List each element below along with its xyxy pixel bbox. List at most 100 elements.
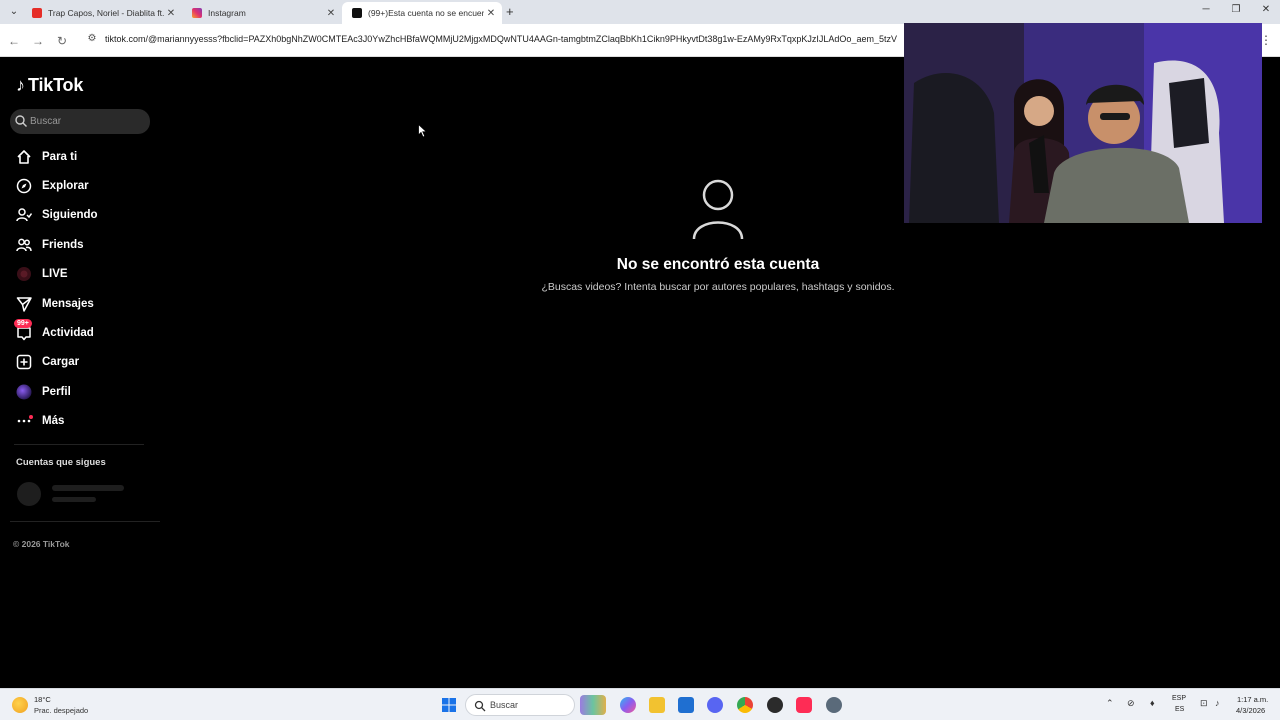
following-icon bbox=[16, 208, 32, 222]
taskbar-search-box[interactable]: Buscar bbox=[465, 694, 575, 716]
tiktok-icon bbox=[352, 8, 362, 18]
microphone-icon[interactable]: ♦ bbox=[1150, 698, 1155, 708]
browser-tab-youtube[interactable]: Trap Capos, Noriel - Diablita ft. ✕ bbox=[22, 2, 182, 24]
sidebar-item-label: Actividad bbox=[42, 327, 94, 340]
browser-tab-tiktok[interactable]: (99+)Esta cuenta no se encuentra ✕ bbox=[342, 2, 502, 24]
url-text: tiktok.com/@mariannyyesss?fbclid=PAZXh0b… bbox=[105, 34, 897, 44]
search-box[interactable] bbox=[10, 109, 150, 134]
sidebar-item-explorar[interactable]: Explorar bbox=[0, 171, 160, 200]
taskbar-search-label: Buscar bbox=[490, 700, 519, 710]
settings-icon[interactable] bbox=[826, 697, 842, 713]
new-tab-button[interactable]: + bbox=[506, 4, 520, 20]
upload-icon bbox=[16, 355, 32, 370]
search-input[interactable] bbox=[30, 113, 145, 130]
close-tab-icon[interactable]: ✕ bbox=[164, 8, 178, 19]
sidebar-item-actividad[interactable]: 99+ Actividad bbox=[0, 318, 160, 347]
search-icon bbox=[474, 700, 486, 712]
network-icon[interactable]: ⊘ bbox=[1127, 698, 1135, 709]
sidebar-item-mas[interactable]: Más bbox=[0, 407, 160, 436]
chrome-icon[interactable] bbox=[737, 697, 753, 713]
skeleton-line bbox=[52, 497, 96, 502]
reload-icon[interactable]: ↻ bbox=[54, 33, 70, 49]
search-icon bbox=[15, 115, 27, 127]
sidebar-item-cargar[interactable]: Cargar bbox=[0, 348, 160, 377]
notification-dot bbox=[29, 414, 33, 419]
chevron-up-icon[interactable]: ⌃ bbox=[1106, 698, 1114, 709]
sidebar-item-label: Explorar bbox=[42, 180, 89, 193]
close-tab-icon[interactable]: ✕ bbox=[484, 8, 498, 19]
sidebar-item-para-ti[interactable]: Para ti bbox=[0, 142, 160, 171]
sidebar-item-label: Mensajes bbox=[42, 297, 94, 310]
youtube-icon bbox=[32, 8, 42, 18]
sidebar-item-mensajes[interactable]: Mensajes bbox=[0, 289, 160, 318]
logo-text: TikTok bbox=[28, 75, 84, 95]
friends-icon bbox=[16, 238, 32, 252]
send-icon bbox=[16, 296, 32, 312]
user-placeholder-icon bbox=[692, 179, 744, 240]
tiktok-app-icon[interactable] bbox=[796, 697, 812, 713]
file-explorer-icon[interactable] bbox=[649, 697, 665, 713]
wifi-icon[interactable]: ⊡ bbox=[1200, 698, 1208, 709]
site-info-icon[interactable]: ⚙ bbox=[86, 33, 98, 45]
tab-title: Instagram bbox=[208, 8, 246, 18]
copilot-icon[interactable] bbox=[620, 697, 636, 713]
avatar-icon bbox=[16, 384, 32, 400]
tiktok-note-icon: ♪ bbox=[16, 75, 25, 95]
sidebar-item-label: Siguiendo bbox=[42, 209, 98, 222]
language-indicator[interactable]: ESP bbox=[1172, 695, 1186, 702]
store-icon[interactable] bbox=[678, 697, 694, 713]
maximize-icon[interactable]: ❐ bbox=[1226, 4, 1246, 15]
volume-icon[interactable]: ♪ bbox=[1215, 698, 1220, 708]
following-accounts-title: Cuentas que sigues bbox=[16, 457, 106, 468]
sidebar-item-label: Más bbox=[42, 415, 65, 428]
discord-icon[interactable] bbox=[707, 697, 723, 713]
close-tab-icon[interactable]: ✕ bbox=[324, 8, 338, 19]
empty-state-subtitle: ¿Buscas videos? Intenta buscar por autor… bbox=[541, 281, 895, 293]
tiktok-logo[interactable]: ♪ TikTok bbox=[16, 75, 83, 96]
browser-tab-strip: ⌄ Trap Capos, Noriel - Diablita ft. ✕ In… bbox=[0, 0, 1280, 24]
webcam-overlay bbox=[904, 23, 1262, 223]
divider bbox=[10, 521, 160, 522]
app-icon[interactable] bbox=[767, 697, 783, 713]
sidebar-item-label: Perfil bbox=[42, 385, 71, 398]
webcam-video bbox=[904, 23, 1262, 223]
close-window-icon[interactable]: ✕ bbox=[1256, 4, 1276, 15]
keyboard-layout-indicator[interactable]: ES bbox=[1175, 706, 1184, 713]
sidebar-item-label: Cargar bbox=[42, 356, 80, 369]
empty-state-title: No se encontró esta cuenta bbox=[616, 256, 820, 273]
sidebar-item-label: Friends bbox=[42, 238, 84, 251]
tab-title: Trap Capos, Noriel - Diablita ft. bbox=[48, 8, 164, 18]
weather-description[interactable]: Prac. despejado bbox=[34, 706, 88, 715]
weather-temperature[interactable]: 18°C bbox=[34, 695, 51, 704]
notification-badge: 99+ bbox=[14, 319, 32, 329]
sidebar-item-friends[interactable]: Friends bbox=[0, 230, 160, 259]
instagram-icon bbox=[192, 8, 202, 18]
live-icon bbox=[17, 267, 31, 282]
home-icon bbox=[17, 149, 31, 164]
divider bbox=[14, 444, 144, 445]
weather-icon[interactable] bbox=[12, 697, 28, 713]
url-field[interactable]: ⚙ tiktok.com/@mariannyyesss?fbclid=PAZXh… bbox=[80, 29, 960, 52]
clock-date[interactable]: 4/3/2026 bbox=[1236, 706, 1265, 715]
compass-icon bbox=[16, 178, 32, 194]
windows-start-icon[interactable] bbox=[441, 697, 457, 713]
sidebar-item-siguiendo[interactable]: Siguiendo bbox=[0, 201, 160, 230]
sidebar-item-label: LIVE bbox=[42, 268, 68, 281]
tab-search-icon[interactable]: ⌄ bbox=[6, 4, 22, 20]
skeleton-avatar bbox=[17, 482, 41, 506]
taskbar: 18°C Prac. despejado Buscar ⌃ ⊘ ♦ ESP ES… bbox=[0, 688, 1280, 720]
sidebar: ♪ TikTok Para ti Explorar bbox=[0, 57, 160, 688]
search-highlight-icon[interactable] bbox=[580, 695, 606, 715]
skeleton-line bbox=[52, 485, 124, 491]
back-icon[interactable]: ← bbox=[6, 33, 22, 49]
tab-title: (99+)Esta cuenta no se encuentra bbox=[368, 8, 484, 18]
clock-time[interactable]: 1:17 a.m. bbox=[1237, 695, 1268, 704]
minimize-icon[interactable]: ─ bbox=[1196, 4, 1216, 15]
sidebar-menu: Para ti Explorar Siguiendo Friends LIVE … bbox=[0, 142, 160, 436]
sidebar-item-live[interactable]: LIVE bbox=[0, 260, 160, 289]
sidebar-item-perfil[interactable]: Perfil bbox=[0, 377, 160, 406]
browser-tab-instagram[interactable]: Instagram ✕ bbox=[182, 2, 342, 24]
forward-icon[interactable]: → bbox=[30, 33, 46, 49]
mouse-cursor-icon bbox=[418, 124, 428, 138]
copyright-text: © 2026 TikTok bbox=[13, 539, 70, 549]
